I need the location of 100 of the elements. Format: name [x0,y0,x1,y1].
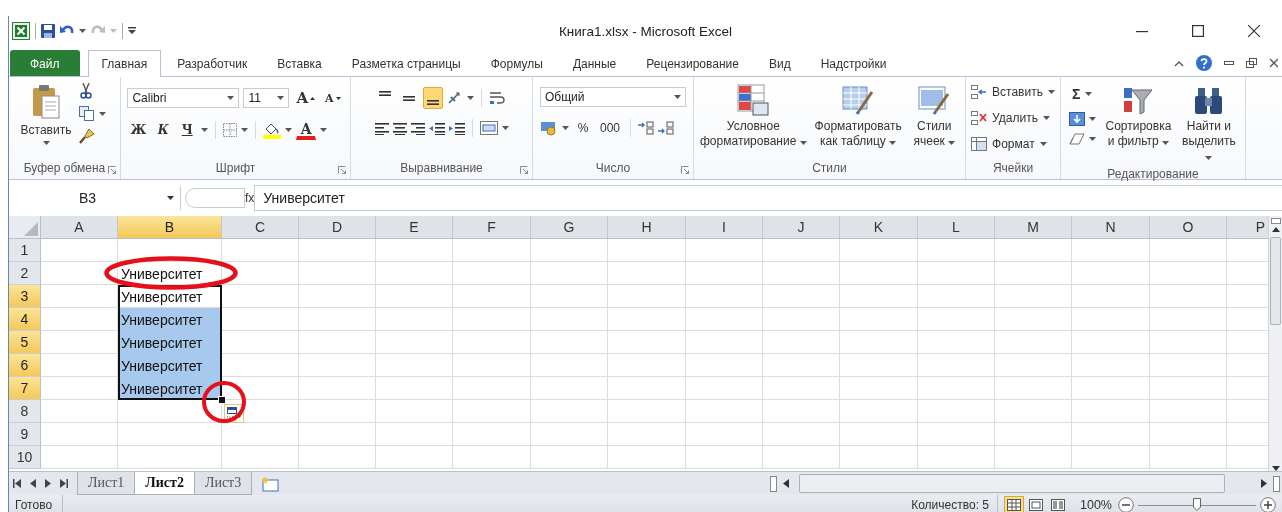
row-header[interactable]: 8 [9,400,41,423]
next-sheet-icon[interactable] [45,479,51,488]
paste-button[interactable]: Вставить [18,81,74,148]
align-bottom-button[interactable] [422,87,443,109]
name-box[interactable]: B3 [9,186,181,210]
row-header[interactable]: 2 [9,262,41,285]
fill-handle[interactable] [218,396,226,404]
launcher-icon[interactable] [108,166,116,174]
sort-filter-button[interactable]: Сортировка и фильтр [1102,81,1175,152]
increase-indent-icon[interactable] [448,121,465,135]
first-sheet-icon[interactable] [13,479,21,488]
column-header[interactable]: J [763,216,840,239]
scroll-up-icon[interactable] [1271,227,1280,232]
fill-color-icon[interactable] [263,121,282,139]
caret-icon[interactable] [466,96,474,100]
row-header[interactable]: 5 [9,331,41,354]
minimize-icon[interactable] [1224,58,1234,68]
row-header[interactable]: 6 [9,354,41,377]
increase-decimal-icon[interactable] [638,121,655,135]
caret-icon[interactable] [167,196,174,200]
column-header[interactable]: L [918,216,995,239]
caret-icon[interactable] [1042,116,1050,120]
grow-font-button[interactable]: A [293,87,319,109]
scissors-icon[interactable] [79,83,94,99]
caret-icon[interactable] [79,29,86,33]
scroll-right-icon[interactable] [1261,479,1267,488]
ribbon-tab[interactable]: Вставка [263,50,336,76]
caret-icon[interactable] [277,96,285,100]
caret-icon[interactable] [285,128,293,132]
column-header[interactable]: E [376,216,453,239]
number-format-field[interactable]: Общий [540,87,686,107]
thousands-button[interactable]: 000 [597,117,624,139]
insert-function-button[interactable]: fx [245,191,255,205]
ribbon-tab[interactable]: Главная [87,50,162,77]
bold-button[interactable]: Ж [127,119,150,141]
normal-view-button[interactable] [1004,496,1024,512]
zoom-out-button[interactable] [1118,497,1134,512]
split-handle-icon[interactable] [1273,475,1280,492]
column-header[interactable]: O [1150,216,1227,239]
page-break-button[interactable] [1048,496,1068,512]
caret-icon[interactable] [889,141,897,145]
last-sheet-icon[interactable] [60,479,68,488]
column-header[interactable]: A [41,216,118,239]
formula-field[interactable]: Университет [254,185,1282,211]
caret-icon[interactable] [799,141,807,145]
caret-icon[interactable] [501,126,509,130]
insert-cells-button[interactable]: Вставить [968,81,1058,103]
merge-cells-icon[interactable] [479,121,498,135]
ribbon-tab[interactable]: Данные [558,50,631,76]
help-icon[interactable] [1196,55,1212,71]
italic-button[interactable]: К [153,119,174,141]
align-left-icon[interactable] [374,121,389,135]
decrease-indent-icon[interactable] [428,121,445,135]
scroll-thumb[interactable] [1270,237,1281,325]
ribbon-tab[interactable]: Разметка страницы [337,50,475,76]
scroll-thumb[interactable] [799,474,1225,493]
collapse-ribbon-icon[interactable] [1174,59,1184,67]
split-handle-icon[interactable] [770,475,777,492]
orientation-icon[interactable] [446,91,463,105]
ribbon-tab[interactable]: Формулы [476,50,557,76]
caret-icon[interactable] [1039,142,1047,146]
sheet-tab[interactable]: Лист1 [77,472,136,495]
caret-icon[interactable] [1162,141,1170,145]
caret-icon[interactable] [948,141,956,145]
conditional-formatting-button[interactable]: Условное форматирование [698,81,809,152]
column-header[interactable]: K [840,216,918,239]
caret-icon[interactable] [1047,90,1055,94]
ribbon-tab[interactable]: Файл [10,50,80,76]
column-header[interactable]: D [299,216,376,239]
restore-icon[interactable] [1246,58,1257,68]
align-right-icon[interactable] [410,121,425,135]
column-header[interactable]: N [1072,216,1150,239]
column-header[interactable]: H [608,216,686,239]
slider-thumb[interactable] [1193,498,1201,511]
caret-icon[interactable] [1089,117,1096,121]
page-layout-button[interactable] [1026,496,1046,512]
caret-icon[interactable] [674,95,681,99]
borders-icon[interactable] [223,123,238,137]
launcher-icon[interactable] [520,166,528,174]
column-header[interactable]: C [222,216,299,239]
close-icon[interactable] [1269,58,1278,68]
zoom-level[interactable]: 100% [1074,498,1118,512]
caret-icon[interactable] [1089,137,1096,141]
font-name-field[interactable]: Calibri [127,88,240,108]
scroll-left-icon[interactable] [783,479,789,488]
cell-styles-button[interactable]: Стили ячеек [907,81,961,152]
row-header[interactable]: 1 [9,239,41,262]
caret-icon[interactable] [562,126,569,130]
caret-icon[interactable] [320,128,328,132]
decrease-decimal-icon[interactable] [658,121,675,135]
delete-cells-button[interactable]: Удалить [968,107,1058,129]
autosum-button[interactable]: Σ [1069,83,1096,105]
format-painter-icon[interactable] [79,128,96,144]
format-as-table-button[interactable]: Форматировать как таблицу [810,81,906,152]
ribbon-tab[interactable]: Разработчик [163,50,262,76]
caret-icon[interactable] [42,141,50,145]
row-header[interactable]: 3 [9,285,41,308]
eraser-icon[interactable] [1069,133,1085,145]
currency-icon[interactable] [540,120,558,136]
fill-down-icon[interactable] [1069,112,1085,126]
